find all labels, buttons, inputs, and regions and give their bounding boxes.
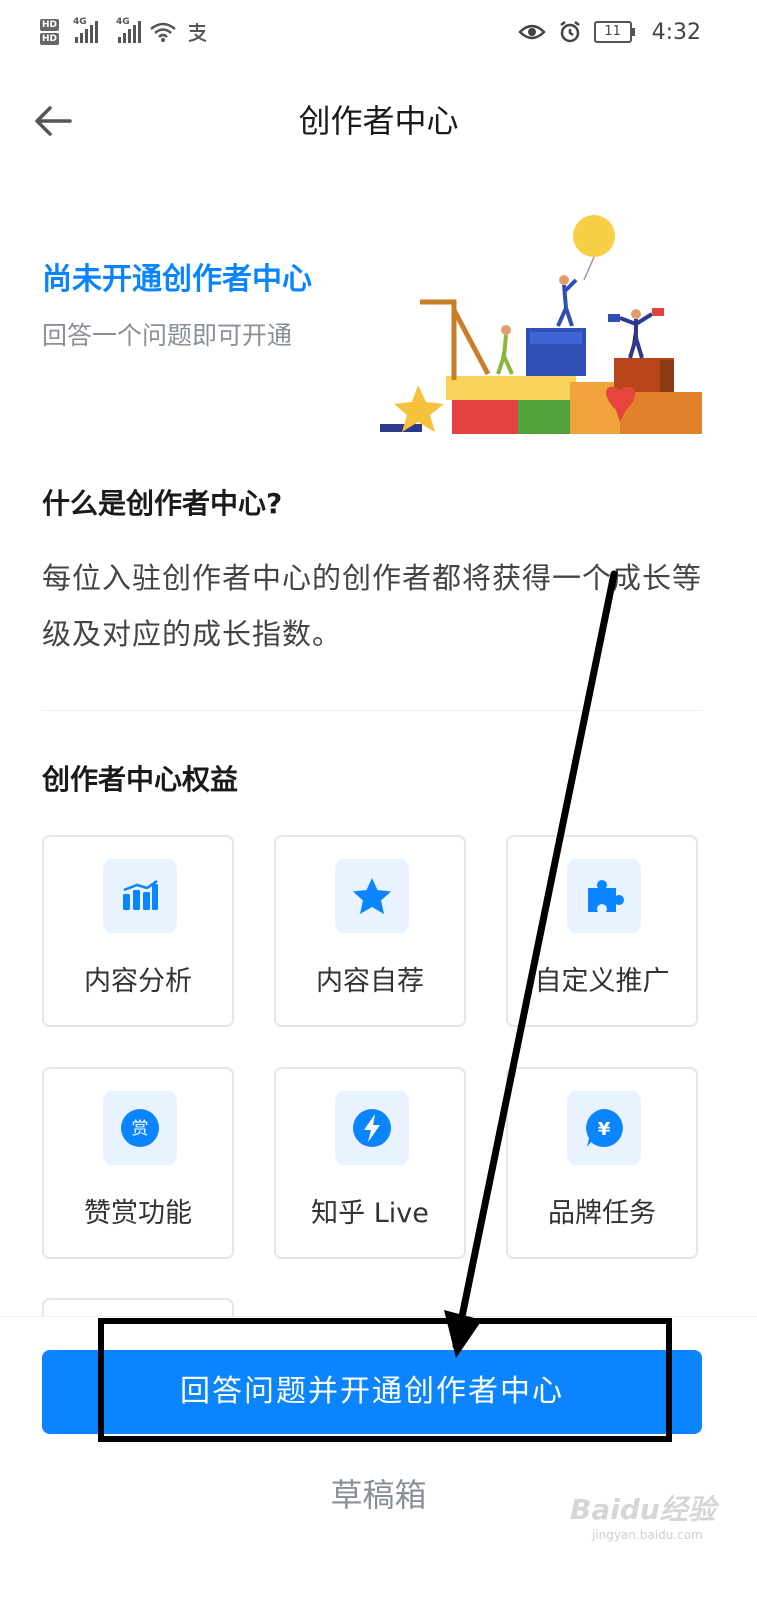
benefit-card-custom-promotion[interactable]: 自定义推广 [506,835,698,1027]
benefit-card-self-recommend[interactable]: 内容自荐 [274,835,466,1027]
benefit-label: 品牌任务 [548,1198,656,1229]
star-icon [335,859,409,933]
watermark-sub: jingyan.baidu.com [592,1528,703,1542]
wifi-icon [150,22,176,42]
benefit-card-brand-task[interactable]: ¥ 品牌任务 [506,1067,698,1259]
creator-illustration [380,215,702,434]
benefit-card-zhihu-live[interactable]: 知乎 Live [274,1067,466,1259]
what-is-title: 什么是创作者中心? [42,487,283,520]
benefit-card-reward[interactable]: 赏 赞赏功能 [42,1067,234,1259]
watermark-text: Baidu经验 [570,1493,716,1526]
hero-title: 尚未开通创作者中心 [42,262,312,297]
benefit-label: 内容分析 [84,966,192,997]
lightning-icon [335,1091,409,1165]
yen-icon: ¥ [567,1091,641,1165]
eye-icon [517,24,546,40]
hd-badges: HD HD [40,19,60,45]
benefit-card-content-analysis[interactable]: 内容分析 [42,835,234,1027]
battery-icon: 11 [593,21,635,43]
svg-text:赏: 赏 [132,1119,149,1139]
benefit-label: 内容自荐 [316,966,424,997]
status-bar: HD HD 4G 4G 11 4:32 [0,0,757,64]
hd-badge-2: HD [40,33,60,45]
hd-badge-1: HD [40,19,60,31]
status-left: HD HD 4G 4G [40,10,209,54]
annotation-highlight-box [98,1318,672,1442]
bar-chart-icon [103,859,177,933]
benefit-label: 自定义推广 [534,966,670,997]
network-type-1: 4G [73,17,87,27]
puzzle-icon [567,859,641,933]
svg-text:¥: ¥ [598,1119,611,1140]
alipay-icon [188,23,207,42]
benefit-label: 赞赏功能 [84,1198,192,1229]
divider [42,710,702,711]
signal-icon: 4G [73,17,99,43]
page-title: 创作者中心 [298,102,459,140]
network-type-2: 4G [116,17,130,27]
hero-subtitle: 回答一个问题即可开通 [42,321,293,350]
benefit-label: 知乎 Live [311,1198,429,1229]
what-is-description: 每位入驻创作者中心的创作者都将获得一个成长等级及对应的成长指数。 [42,561,703,651]
reward-icon: 赏 [103,1091,177,1165]
status-time: 4:32 [651,19,701,45]
signal-icon-2: 4G [116,17,142,43]
baidu-watermark: Baidu经验 jingyan.baidu.com [570,1488,716,1542]
status-right: 11 4:32 [517,14,701,50]
benefits-title: 创作者中心权益 [42,763,239,796]
alarm-icon [559,21,580,43]
